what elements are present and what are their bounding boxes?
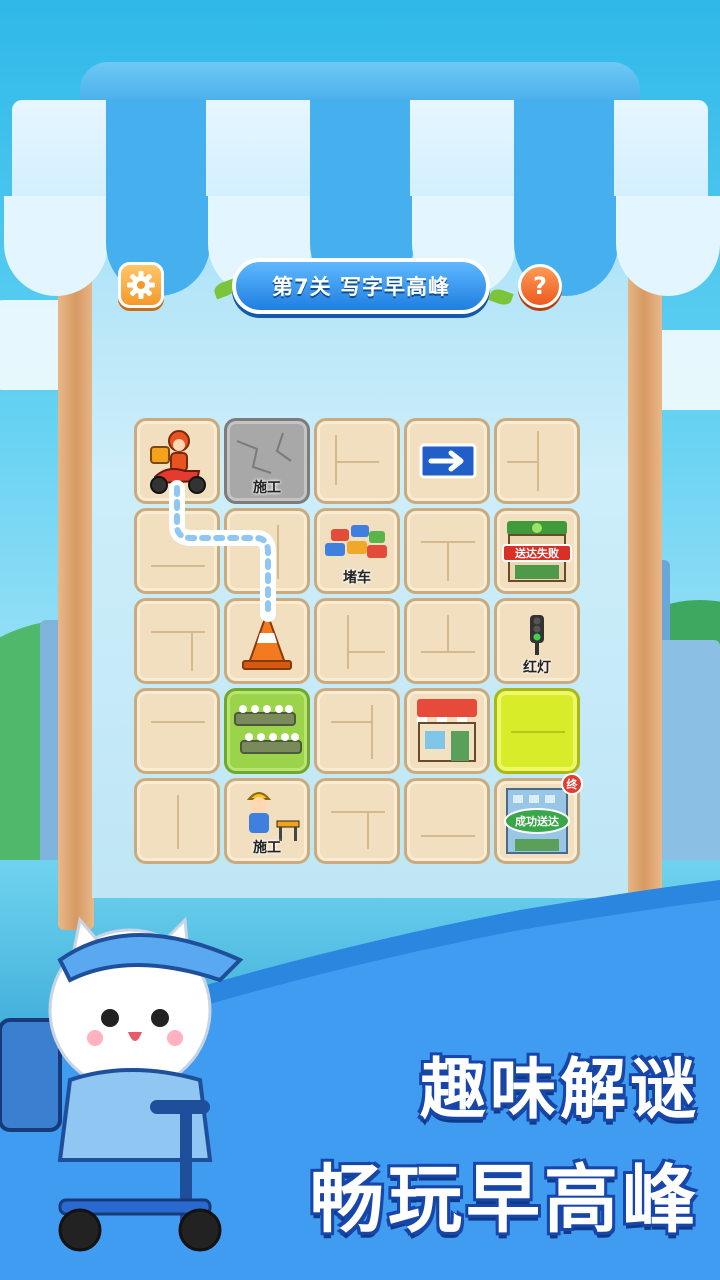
frame-pole-right	[626, 240, 662, 930]
tile-traffic-jam[interactable]: 堵车	[314, 508, 400, 594]
tile-start[interactable]	[134, 418, 220, 504]
tile-label: 施工	[253, 480, 281, 496]
tile-delivery-failed[interactable]: 送达失败	[494, 508, 580, 594]
tile-empty[interactable]	[494, 418, 580, 504]
promo-line-2: 畅玩早高峰	[310, 1157, 700, 1243]
frame-pole-left	[58, 240, 94, 930]
tile-construction-worker[interactable]: 施工	[224, 778, 310, 864]
tile-empty[interactable]	[404, 508, 490, 594]
tile-highlighted[interactable]	[494, 688, 580, 774]
help-button[interactable]: ?	[518, 264, 562, 308]
tile-label: 红灯	[523, 660, 551, 676]
tile-empty[interactable]	[314, 688, 400, 774]
end-badge: 终	[561, 773, 583, 795]
tile-construction-stone[interactable]: 施工	[224, 418, 310, 504]
tile-empty[interactable]	[134, 508, 220, 594]
level-title: 第7关 写字早高峰	[272, 275, 450, 299]
tile-label: 堵车	[343, 570, 371, 586]
tile-empty[interactable]	[224, 508, 310, 594]
awning	[4, 100, 720, 296]
cat-courier-mascot	[0, 916, 244, 1252]
tile-empty[interactable]	[314, 778, 400, 864]
game-board: 施工 堵车 送达失败 红灯 施工 成功送达 终	[134, 418, 583, 864]
tile-arrow-sign[interactable]	[404, 418, 490, 504]
tile-empty[interactable]	[134, 778, 220, 864]
tile-flower-planters[interactable]	[224, 688, 310, 774]
arrow-right-icon	[419, 443, 477, 479]
tile-empty[interactable]	[404, 598, 490, 684]
tile-label: 送达失败	[514, 546, 559, 560]
tile-empty[interactable]	[314, 418, 400, 504]
gear-icon	[127, 271, 155, 299]
tile-label: 成功送达	[515, 814, 559, 828]
question-icon: ?	[533, 272, 547, 300]
tile-end-delivered[interactable]: 成功送达 终	[494, 773, 583, 864]
storefront-icon	[417, 699, 477, 762]
settings-button[interactable]	[118, 262, 164, 308]
tile-empty[interactable]	[314, 598, 400, 684]
tile-empty[interactable]	[134, 688, 220, 774]
flower-planters-icon	[234, 705, 302, 754]
shop-failed-icon: 送达失败	[502, 521, 572, 582]
tile-label: 施工	[253, 840, 281, 856]
tile-storefront[interactable]	[404, 688, 490, 774]
tile-empty[interactable]	[134, 598, 220, 684]
level-title-banner: 第7关 写字早高峰	[232, 258, 490, 314]
promo-line-1: 趣味解谜	[420, 1051, 700, 1128]
delivery-scooter-rider-icon	[150, 430, 206, 494]
tile-traffic-light[interactable]: 红灯	[494, 598, 580, 684]
traffic-cone-icon	[242, 610, 292, 670]
tile-traffic-cone[interactable]	[224, 598, 310, 684]
tile-empty[interactable]	[404, 778, 490, 864]
